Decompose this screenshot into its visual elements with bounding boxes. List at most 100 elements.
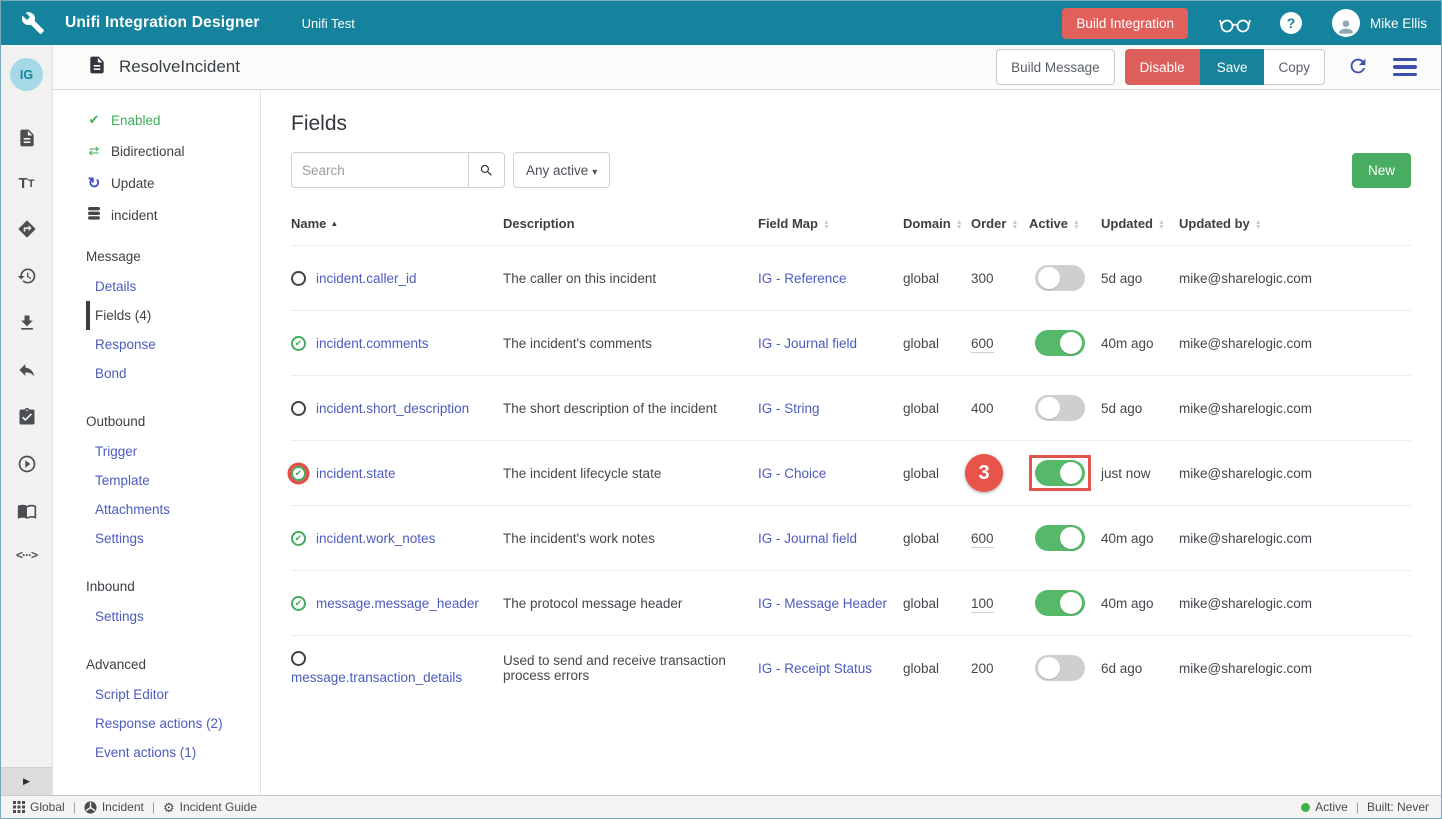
updated-cell: 5d ago bbox=[1101, 376, 1179, 441]
field-map-link[interactable]: IG - Receipt Status bbox=[758, 661, 872, 676]
active-toggle[interactable] bbox=[1035, 460, 1085, 486]
domain-cell: global bbox=[903, 311, 971, 376]
field-name-link[interactable]: incident.comments bbox=[316, 336, 429, 351]
app-indicator[interactable]: Incident bbox=[84, 800, 144, 814]
record-title: ResolveIncident bbox=[119, 57, 240, 77]
ig-avatar[interactable]: IG bbox=[10, 58, 43, 91]
field-map-link[interactable]: IG - Choice bbox=[758, 466, 826, 481]
column-header-updated-by[interactable]: Updated by▲▼ bbox=[1179, 202, 1411, 246]
nav-item-response-actions[interactable]: Response actions (2) bbox=[86, 709, 260, 738]
nav-item-trigger[interactable]: Trigger bbox=[86, 437, 260, 466]
field-name-link[interactable]: message.transaction_details bbox=[291, 670, 462, 685]
field-domain: global bbox=[903, 661, 939, 676]
field-name-link[interactable]: message.message_header bbox=[316, 596, 479, 611]
incident-icon bbox=[84, 801, 97, 814]
preview-glasses-icon[interactable] bbox=[1218, 12, 1252, 34]
description-cell: The caller on this incident bbox=[503, 246, 758, 311]
field-name-link[interactable]: incident.state bbox=[316, 466, 396, 481]
user-avatar[interactable] bbox=[1332, 9, 1360, 37]
column-header-domain[interactable]: Domain▲▼ bbox=[903, 202, 971, 246]
nav-item-response[interactable]: Response bbox=[86, 330, 260, 359]
field-map-cell: IG - Reference bbox=[758, 246, 903, 311]
active-toggle[interactable] bbox=[1035, 395, 1085, 421]
updated-by-cell: mike@sharelogic.com bbox=[1179, 506, 1411, 571]
field-map-link[interactable]: IG - Journal field bbox=[758, 531, 857, 546]
field-map-link[interactable]: IG - Reference bbox=[758, 271, 847, 286]
nav-item-bond[interactable]: Bond bbox=[86, 359, 260, 388]
save-button[interactable]: Save bbox=[1200, 49, 1265, 85]
documentation-book-icon[interactable] bbox=[17, 501, 37, 521]
field-map-link[interactable]: IG - Message Header bbox=[758, 596, 887, 611]
record-header: ResolveIncident Build Message Disable Sa… bbox=[53, 45, 1441, 90]
page-title: Fields bbox=[291, 112, 1411, 136]
nav-item-fields[interactable]: Fields (4) bbox=[86, 301, 260, 330]
build-message-button[interactable]: Build Message bbox=[996, 49, 1115, 85]
column-header-updated[interactable]: Updated▲▼ bbox=[1101, 202, 1179, 246]
field-map-cell: IG - Message Header bbox=[758, 571, 903, 636]
copy-button[interactable]: Copy bbox=[1264, 49, 1325, 85]
nav-item-outbound-settings[interactable]: Settings bbox=[86, 524, 260, 553]
active-cell bbox=[1029, 246, 1101, 311]
field-map-link[interactable]: IG - Journal field bbox=[758, 336, 857, 351]
active-toggle[interactable] bbox=[1035, 525, 1085, 551]
table-row: incident.work_notes The incident's work … bbox=[291, 506, 1411, 571]
column-header-name[interactable]: Name▲▲▼ bbox=[291, 202, 503, 246]
text-format-icon[interactable]: TT bbox=[19, 175, 35, 192]
nav-item-event-actions[interactable]: Event actions (1) bbox=[86, 738, 260, 767]
record-document-icon bbox=[87, 55, 107, 80]
annotation-step-badge: 3 bbox=[965, 454, 1003, 492]
active-cell bbox=[1029, 441, 1101, 506]
field-order: 600 bbox=[971, 336, 994, 353]
active-cell bbox=[1029, 571, 1101, 636]
history-icon[interactable] bbox=[17, 266, 37, 286]
updated-by-cell: mike@sharelogic.com bbox=[1179, 311, 1411, 376]
disable-button[interactable]: Disable bbox=[1125, 49, 1200, 85]
nav-status-enabled: ✔ Enabled bbox=[86, 112, 260, 128]
updated-by-cell: mike@sharelogic.com bbox=[1179, 246, 1411, 311]
field-updated: 40m ago bbox=[1101, 531, 1154, 546]
active-filter-dropdown[interactable]: Any active▾ bbox=[513, 152, 610, 188]
environment-label[interactable]: Unifi Test bbox=[302, 16, 355, 31]
field-name-link[interactable]: incident.caller_id bbox=[316, 271, 417, 286]
new-button[interactable]: New bbox=[1352, 153, 1411, 188]
menu-icon[interactable] bbox=[1393, 58, 1417, 77]
nav-section-message: Message Details Fields (4) Response Bond bbox=[86, 249, 260, 388]
document-icon[interactable] bbox=[17, 128, 37, 148]
nav-item-template[interactable]: Template bbox=[86, 466, 260, 495]
user-name[interactable]: Mike Ellis bbox=[1370, 16, 1427, 31]
column-header-active[interactable]: Active▲▼ bbox=[1029, 202, 1101, 246]
help-icon[interactable]: ? bbox=[1280, 12, 1302, 34]
active-toggle[interactable] bbox=[1035, 655, 1085, 681]
search-input[interactable] bbox=[291, 152, 469, 188]
build-integration-button[interactable]: Build Integration bbox=[1062, 8, 1188, 39]
field-updated: 5d ago bbox=[1101, 401, 1142, 416]
module-indicator[interactable]: ⚙ Incident Guide bbox=[163, 800, 257, 814]
field-updated-by: mike@sharelogic.com bbox=[1179, 466, 1312, 481]
play-circle-icon[interactable] bbox=[17, 454, 37, 474]
column-header-field-map[interactable]: Field Map▲▼ bbox=[758, 202, 903, 246]
toggle-knob bbox=[1038, 397, 1060, 419]
active-toggle[interactable] bbox=[1035, 590, 1085, 616]
nav-item-script-editor[interactable]: Script Editor bbox=[86, 680, 260, 709]
field-map-link[interactable]: IG - String bbox=[758, 401, 820, 416]
database-icon bbox=[86, 207, 102, 223]
download-icon[interactable] bbox=[17, 313, 37, 333]
active-toggle[interactable] bbox=[1035, 330, 1085, 356]
icon-rail: IG TT <···> ▶ bbox=[1, 45, 53, 795]
field-name-link[interactable]: incident.work_notes bbox=[316, 531, 435, 546]
directions-icon[interactable] bbox=[17, 219, 37, 239]
nav-item-attachments[interactable]: Attachments bbox=[86, 495, 260, 524]
refresh-icon[interactable] bbox=[1347, 55, 1369, 80]
column-header-order[interactable]: Order▲▼ bbox=[971, 202, 1029, 246]
field-map-cell: IG - Journal field bbox=[758, 506, 903, 571]
active-toggle[interactable] bbox=[1035, 265, 1085, 291]
search-icon[interactable] bbox=[469, 152, 505, 188]
nav-item-inbound-settings[interactable]: Settings bbox=[86, 602, 260, 631]
expand-rail-arrow-icon[interactable]: ▶ bbox=[1, 767, 52, 795]
tasks-icon[interactable] bbox=[17, 407, 37, 427]
scope-indicator[interactable]: Global bbox=[13, 800, 65, 814]
code-icon[interactable]: <···> bbox=[16, 548, 37, 562]
reply-icon[interactable] bbox=[17, 360, 37, 380]
field-name-link[interactable]: incident.short_description bbox=[316, 401, 469, 416]
nav-item-details[interactable]: Details bbox=[86, 272, 260, 301]
